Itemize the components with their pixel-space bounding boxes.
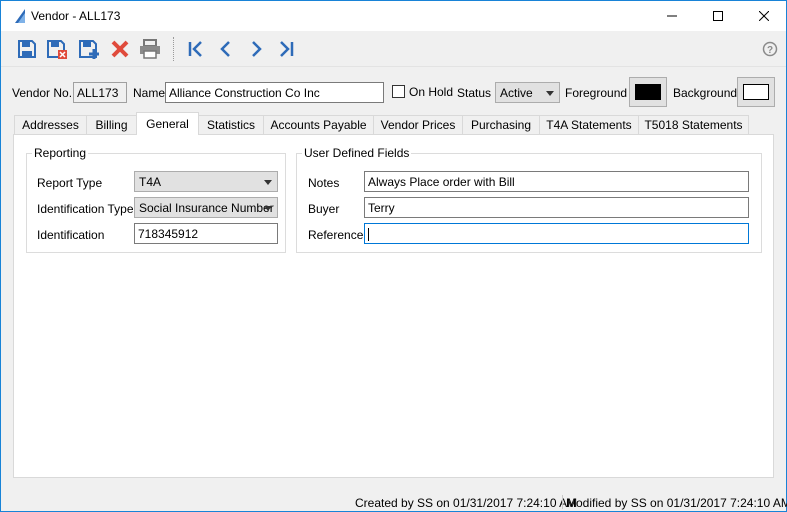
user-defined-fields-group: User Defined Fields Notes Always Place o… bbox=[296, 146, 762, 253]
identification-label: Identification bbox=[37, 228, 105, 242]
on-hold-checkbox[interactable] bbox=[392, 85, 405, 98]
notes-field[interactable]: Always Place order with Bill bbox=[364, 171, 749, 192]
toolbar: ? bbox=[1, 31, 786, 67]
close-button[interactable] bbox=[741, 1, 787, 31]
chevron-down-icon bbox=[264, 206, 272, 211]
help-button[interactable]: ? bbox=[757, 36, 783, 62]
text-cursor bbox=[368, 228, 369, 242]
tab-addresses[interactable]: Addresses bbox=[14, 115, 87, 134]
name-label: Name bbox=[133, 86, 166, 100]
buyer-field[interactable]: Terry bbox=[364, 197, 749, 218]
identification-type-value: Social Insurance Number bbox=[139, 201, 274, 215]
status-value: Active bbox=[500, 86, 533, 100]
maximize-icon bbox=[713, 11, 723, 21]
minimize-button[interactable] bbox=[649, 1, 695, 31]
background-label: Background bbox=[673, 86, 738, 100]
print-button[interactable] bbox=[137, 36, 163, 62]
window-title: Vendor - ALL173 bbox=[31, 9, 121, 23]
svg-text:?: ? bbox=[767, 45, 773, 56]
modified-info: Modified by SS on 01/31/2017 7:24:10 AM bbox=[566, 496, 787, 510]
chevron-down-icon bbox=[546, 91, 554, 96]
tab-t4a-statements[interactable]: T4A Statements bbox=[539, 115, 639, 134]
buyer-label: Buyer bbox=[308, 202, 340, 216]
status-dropdown[interactable]: Active bbox=[495, 82, 560, 103]
foreground-color-button[interactable] bbox=[629, 77, 667, 107]
background-color-button[interactable] bbox=[737, 77, 775, 107]
save-icon bbox=[18, 40, 36, 58]
delete-icon bbox=[111, 40, 129, 58]
app-logo-icon bbox=[15, 9, 25, 23]
save-button[interactable] bbox=[14, 36, 40, 62]
first-record-button[interactable] bbox=[183, 36, 209, 62]
save-new-icon bbox=[79, 40, 99, 59]
tab-purchasing[interactable]: Purchasing bbox=[462, 115, 540, 134]
vendor-no-field[interactable]: ALL173 bbox=[73, 82, 127, 103]
status-bar: Created by SS on 01/31/2017 7:24:10 AM M… bbox=[1, 493, 787, 512]
maximize-button[interactable] bbox=[695, 1, 741, 31]
status-label: Status bbox=[457, 86, 492, 100]
reporting-group-title: Reporting bbox=[32, 146, 89, 160]
background-swatch bbox=[743, 84, 769, 100]
delete-button[interactable] bbox=[107, 36, 133, 62]
tab-t5018-statements[interactable]: T5018 Statements bbox=[638, 115, 749, 134]
identification-type-label: Identification Type bbox=[37, 202, 134, 216]
previous-record-icon bbox=[220, 41, 230, 57]
reporting-group: Reporting Report Type T4A Identification… bbox=[26, 146, 286, 253]
name-field[interactable]: Alliance Construction Co Inc bbox=[165, 82, 384, 103]
report-type-dropdown[interactable]: T4A bbox=[134, 171, 278, 192]
title-bar: Vendor - ALL173 bbox=[1, 1, 786, 31]
created-info: Created by SS on 01/31/2017 7:24:10 AM bbox=[355, 496, 578, 510]
tab-accounts-payable[interactable]: Accounts Payable bbox=[263, 115, 374, 134]
vendor-no-label: Vendor No. bbox=[12, 86, 73, 100]
last-record-button[interactable] bbox=[273, 36, 299, 62]
report-type-value: T4A bbox=[139, 175, 162, 189]
status-separator bbox=[562, 495, 563, 509]
next-record-icon bbox=[252, 41, 262, 57]
notes-label: Notes bbox=[308, 176, 340, 190]
identification-type-dropdown[interactable]: Social Insurance Number bbox=[134, 197, 278, 218]
vendor-window: Vendor - ALL173 ? Vendor No. ALL173 Name… bbox=[0, 0, 787, 512]
next-record-button[interactable] bbox=[243, 36, 269, 62]
user-defined-fields-title: User Defined Fields bbox=[302, 146, 412, 160]
help-icon: ? bbox=[762, 41, 778, 57]
report-type-label: Report Type bbox=[37, 176, 103, 190]
tab-vendor-prices[interactable]: Vendor Prices bbox=[373, 115, 463, 134]
last-record-icon bbox=[280, 41, 294, 57]
foreground-swatch bbox=[635, 84, 661, 100]
close-icon bbox=[759, 11, 769, 21]
tab-statistics[interactable]: Statistics bbox=[198, 115, 264, 134]
general-tab-panel: Reporting Report Type T4A Identification… bbox=[13, 134, 774, 478]
toolbar-separator bbox=[173, 37, 174, 61]
reference-field[interactable] bbox=[364, 223, 749, 244]
reference-label: Reference bbox=[308, 228, 364, 242]
print-icon bbox=[140, 39, 160, 59]
save-close-button[interactable] bbox=[44, 36, 70, 62]
on-hold-label: On Hold bbox=[409, 85, 454, 99]
minimize-icon bbox=[667, 15, 677, 17]
save-new-button[interactable] bbox=[76, 36, 102, 62]
first-record-icon bbox=[188, 41, 202, 57]
foreground-label: Foreground bbox=[565, 86, 628, 100]
chevron-down-icon bbox=[264, 180, 272, 185]
identification-field[interactable]: 718345912 bbox=[134, 223, 278, 244]
tab-general[interactable]: General bbox=[136, 112, 199, 135]
tab-billing[interactable]: Billing bbox=[86, 115, 137, 134]
save-close-icon bbox=[47, 40, 67, 59]
previous-record-button[interactable] bbox=[213, 36, 239, 62]
